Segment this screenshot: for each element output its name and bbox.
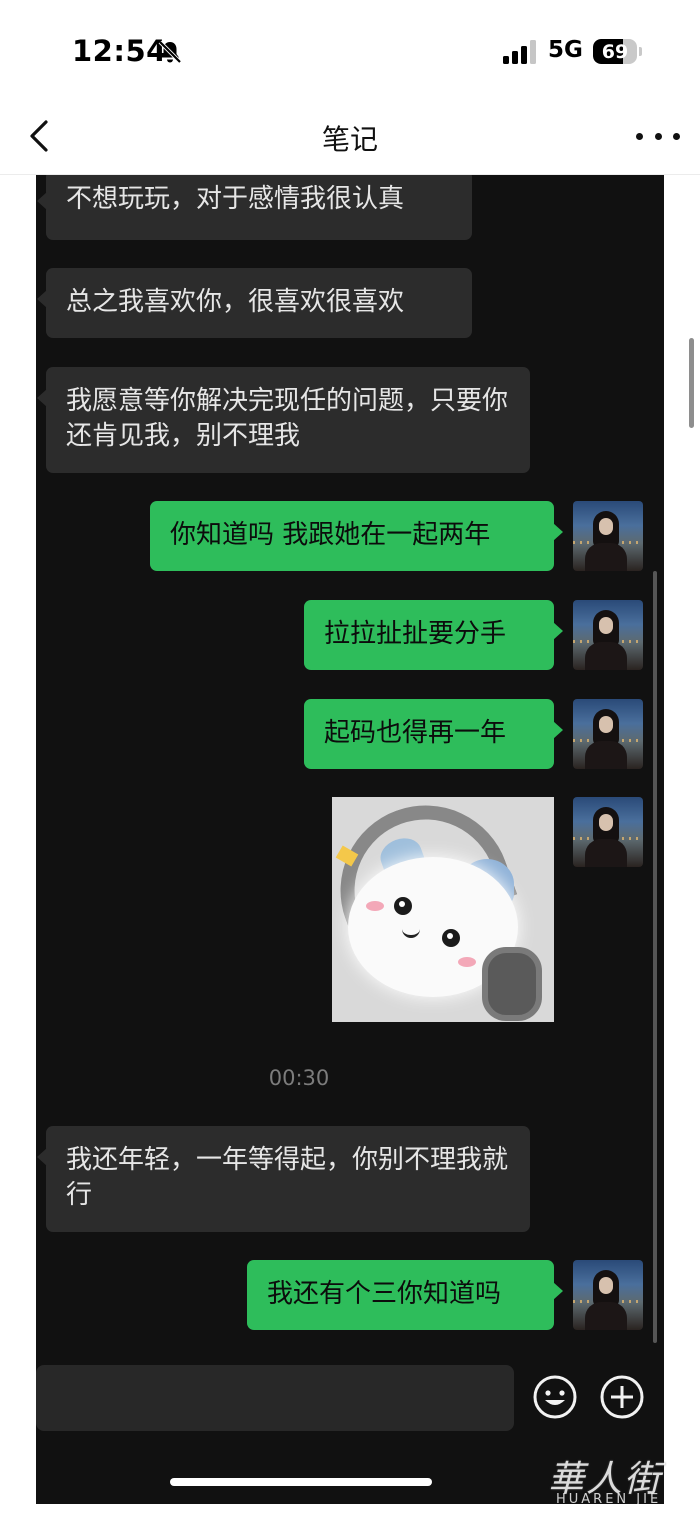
message-text: 你知道吗 我跟她在一起两年 bbox=[170, 520, 491, 550]
page-scrollbar[interactable] bbox=[689, 338, 694, 428]
message-text: 起码也得再一年 bbox=[324, 718, 507, 748]
message-input[interactable] bbox=[36, 1365, 514, 1431]
message-text: 我愿意等你解决完现任的问题，只要你还肯见我，别不理我 bbox=[66, 386, 509, 451]
network-type: 5G bbox=[548, 37, 583, 63]
chat-input-bar bbox=[36, 1365, 664, 1450]
home-indicator[interactable] bbox=[170, 1478, 432, 1486]
incoming-message: 总之我喜欢你，很喜欢很喜欢 bbox=[37, 268, 472, 338]
incoming-message: 不想玩玩，对于感情我很认真 bbox=[37, 175, 472, 240]
message-text: 不想玩玩，对于感情我很认真 bbox=[66, 184, 405, 214]
signal-icon bbox=[503, 40, 539, 64]
battery-percent: 69 bbox=[601, 41, 629, 63]
page-title: 笔记 bbox=[321, 123, 378, 156]
status-bar: 12:54 5G 69 bbox=[0, 0, 700, 100]
chat-screenshot: 不想玩玩，对于感情我很认真 总之我喜欢你，很喜欢很喜欢 我愿意等你解决完现任的问… bbox=[36, 175, 664, 1504]
emoji-icon[interactable] bbox=[532, 1374, 578, 1420]
incoming-message: 我愿意等你解决完现任的问题，只要你还肯见我，别不理我 bbox=[37, 367, 530, 473]
message-text: 总之我喜欢你，很喜欢很喜欢 bbox=[66, 287, 405, 317]
plus-icon[interactable] bbox=[599, 1374, 645, 1420]
message-text: 我还有个三你知道吗 bbox=[267, 1279, 502, 1309]
message-text: 拉拉扯扯要分手 bbox=[324, 619, 507, 649]
avatar[interactable] bbox=[573, 1260, 643, 1330]
hamster-sticker-image[interactable] bbox=[332, 797, 554, 1022]
avatar[interactable] bbox=[573, 501, 643, 571]
incoming-message: 我还年轻，一年等得起，你别不理我就行 bbox=[37, 1126, 530, 1232]
watermark-subtitle: HUAREN JIE bbox=[556, 1492, 662, 1507]
avatar[interactable] bbox=[573, 797, 643, 867]
outgoing-message: 拉拉扯扯要分手 bbox=[304, 600, 563, 670]
message-text: 我还年轻，一年等得起，你别不理我就行 bbox=[66, 1145, 509, 1210]
ellipsis-icon[interactable] bbox=[636, 124, 680, 148]
nav-bar: 笔记 bbox=[0, 100, 700, 175]
avatar[interactable] bbox=[573, 600, 643, 670]
avatar[interactable] bbox=[573, 699, 643, 769]
outgoing-message: 我还有个三你知道吗 bbox=[247, 1260, 563, 1330]
battery-tip bbox=[639, 47, 642, 56]
site-watermark: 華人街 HUAREN JIE bbox=[548, 1450, 698, 1510]
chat-scrollbar[interactable] bbox=[653, 571, 657, 1343]
outgoing-message: 你知道吗 我跟她在一起两年 bbox=[150, 501, 563, 571]
battery-icon: 69 bbox=[593, 39, 637, 64]
status-time: 12:54 bbox=[72, 34, 167, 68]
bell-muted-icon bbox=[158, 40, 182, 64]
message-timestamp: 00:30 bbox=[268, 1066, 330, 1090]
outgoing-message: 起码也得再一年 bbox=[304, 699, 563, 769]
